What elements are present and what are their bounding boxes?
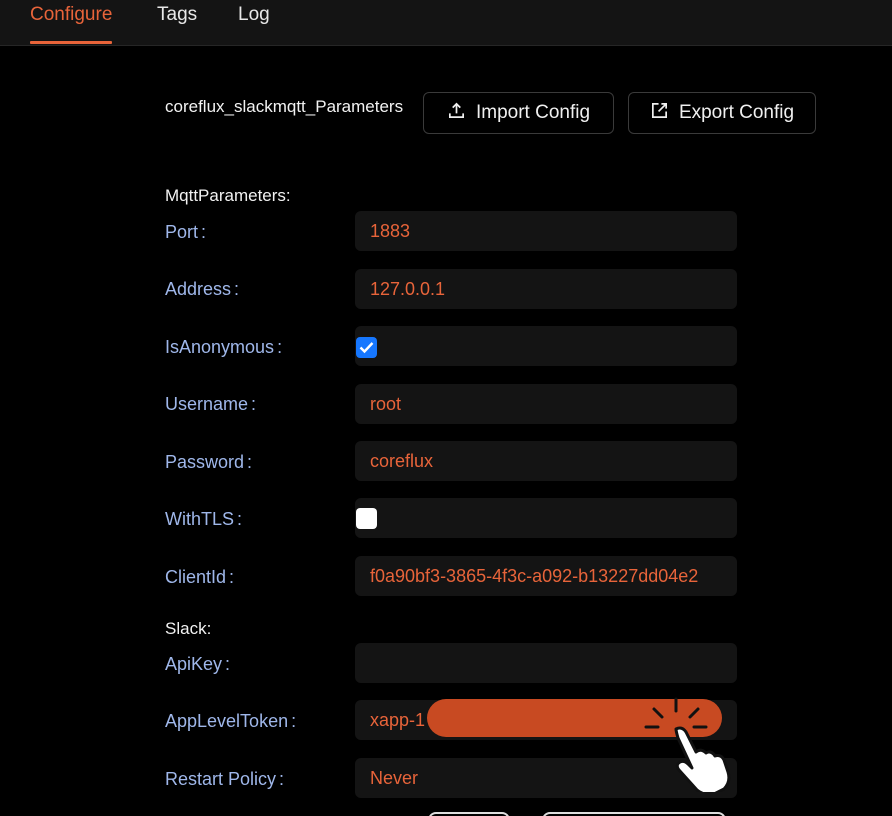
is-anonymous-label: IsAnonymous: xyxy=(165,337,283,357)
app-level-token-label: AppLevelToken: xyxy=(165,711,297,731)
port-field[interactable] xyxy=(355,211,737,251)
with-tls-label: WithTLS: xyxy=(165,509,243,529)
with-tls-checkbox[interactable] xyxy=(356,508,377,529)
external-link-icon xyxy=(650,101,669,126)
client-id-field[interactable] xyxy=(355,556,737,596)
is-anonymous-checkbox[interactable] xyxy=(356,337,377,358)
restart-policy-label: Restart Policy: xyxy=(165,769,285,789)
bottom-button-partial[interactable] xyxy=(542,812,726,816)
mqtt-parameters-heading: MqttParameters: xyxy=(165,186,291,205)
slack-heading: Slack: xyxy=(165,619,212,638)
username-field[interactable] xyxy=(355,384,737,424)
api-key-field[interactable] xyxy=(355,643,737,683)
checkmark-icon xyxy=(359,342,374,354)
port-label: Port: xyxy=(165,222,207,242)
upload-icon xyxy=(447,101,466,126)
export-config-button[interactable]: Export Config xyxy=(628,92,816,134)
password-label: Password: xyxy=(165,452,253,472)
password-field[interactable] xyxy=(355,441,737,481)
tab-log[interactable]: Log xyxy=(238,4,270,44)
export-config-label: Export Config xyxy=(678,102,795,123)
username-label: Username: xyxy=(165,394,257,414)
address-label: Address: xyxy=(165,279,240,299)
import-config-label: Import Config xyxy=(475,102,591,123)
client-id-label: ClientId: xyxy=(165,567,235,587)
parameters-title: coreflux_slackmqtt_Parameters xyxy=(165,97,404,116)
with-tls-row xyxy=(355,498,737,538)
bottom-button-partial[interactable] xyxy=(428,812,510,816)
hand-pointer-icon xyxy=(644,697,731,792)
address-field[interactable] xyxy=(355,269,737,309)
tab-configure[interactable]: Configure xyxy=(30,4,113,44)
tab-bar: Configure Tags Log xyxy=(0,0,892,46)
is-anonymous-row xyxy=(355,326,737,366)
api-key-label: ApiKey: xyxy=(165,654,231,674)
import-config-button[interactable]: Import Config xyxy=(423,92,614,134)
tab-tags[interactable]: Tags xyxy=(157,4,197,44)
